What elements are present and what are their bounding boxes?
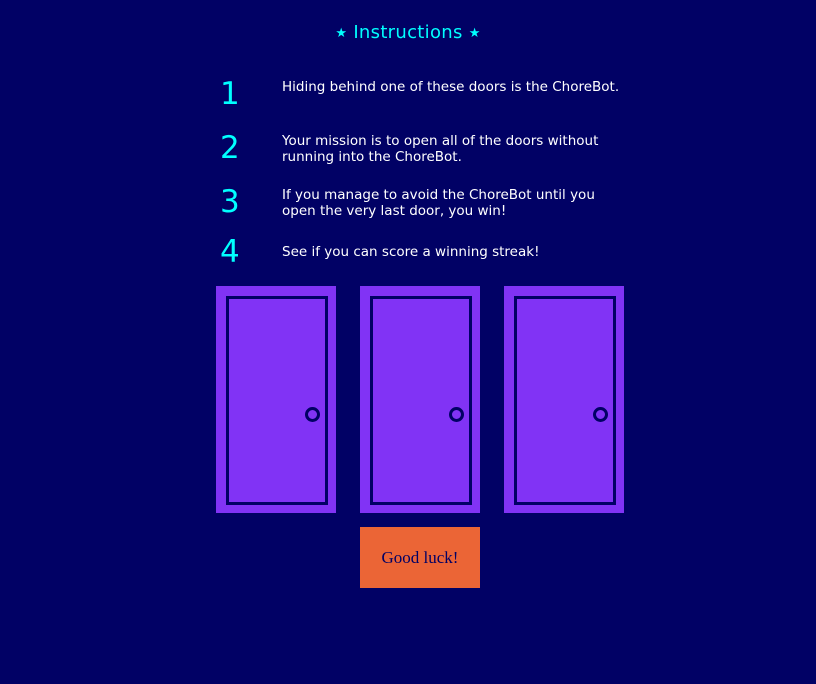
- door-1[interactable]: [216, 286, 336, 513]
- step-text: Your mission is to open all of the doors…: [282, 133, 599, 165]
- step-text: See if you can score a winning streak!: [282, 244, 540, 260]
- door-2[interactable]: [360, 286, 480, 513]
- door-knob-icon: [305, 407, 320, 422]
- door-row: [216, 286, 624, 513]
- game-page: ★ Instructions ★ 1 Hiding behind one of …: [0, 0, 816, 684]
- step-number: 1: [220, 76, 240, 112]
- step-number: 2: [220, 130, 240, 166]
- door-knob-icon: [593, 407, 608, 422]
- step-text: If you manage to avoid the ChoreBot unti…: [282, 187, 595, 219]
- door-panel: [514, 296, 616, 505]
- star-right-icon: ★: [468, 26, 481, 41]
- door-panel: [370, 296, 472, 505]
- instructions-title: ★ Instructions ★: [0, 22, 816, 43]
- step-number: 4: [220, 234, 240, 270]
- start-button[interactable]: Good luck!: [360, 527, 480, 588]
- door-knob-icon: [449, 407, 464, 422]
- instructions-title-text: Instructions: [353, 22, 463, 43]
- step-number: 3: [220, 184, 240, 220]
- star-left-icon: ★: [335, 26, 348, 41]
- step-text: Hiding behind one of these doors is the …: [282, 79, 620, 95]
- door-3[interactable]: [504, 286, 624, 513]
- door-panel: [226, 296, 328, 505]
